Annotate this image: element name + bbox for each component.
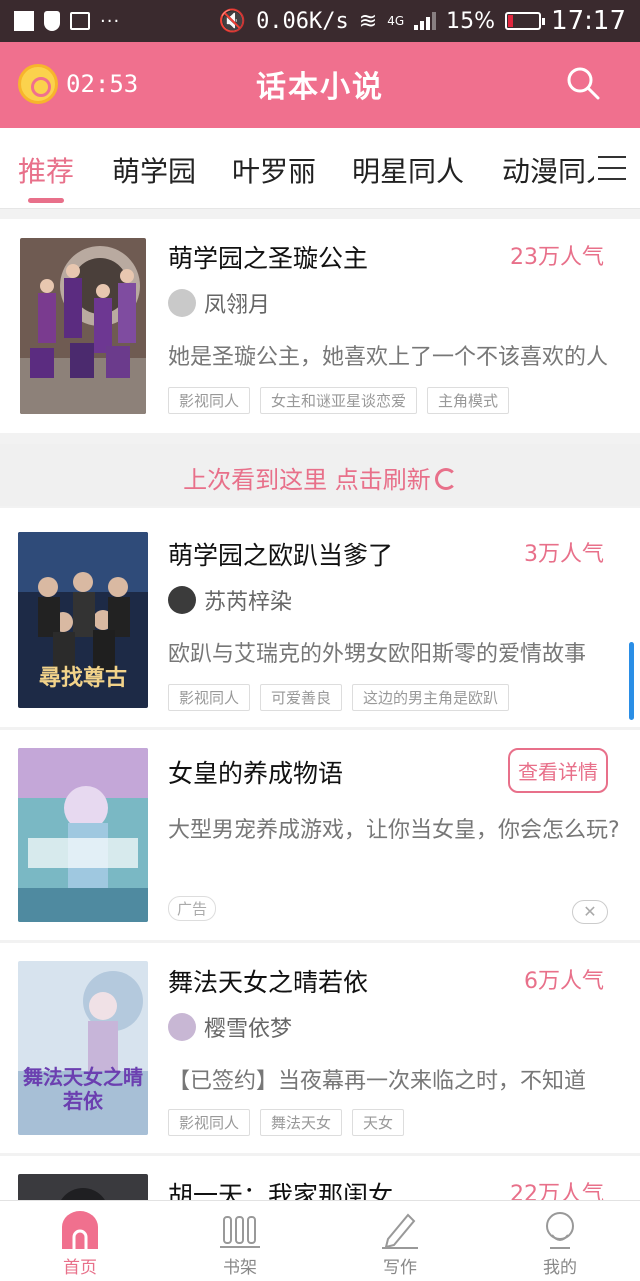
nav-label: 我的: [543, 1258, 577, 1278]
bookshelf-icon: [220, 1216, 260, 1248]
tab-recommend[interactable]: 推荐: [18, 150, 74, 190]
cover-title: 舞法天女之晴若依: [23, 1065, 143, 1113]
tag[interactable]: 这边的男主角是欧趴: [352, 684, 510, 711]
tag[interactable]: 舞法天女: [260, 1109, 343, 1136]
author-name: 樱雪依梦: [204, 1017, 293, 1042]
author-row: 凤翎月: [168, 287, 270, 319]
ad-close-button[interactable]: ✕: [572, 900, 608, 924]
refresh-text: 上次看到这里 点击刷新: [183, 466, 431, 494]
book-cover: [18, 1174, 148, 1200]
book-cover: 尋找尊古: [18, 532, 148, 708]
book-title: 胡一天：我家那闺女: [168, 1181, 394, 1200]
book-cover: 舞法天女之晴若依: [18, 961, 148, 1135]
tab-mengxueyuan[interactable]: 萌学园: [112, 150, 196, 190]
tag[interactable]: 影视同人: [168, 1109, 251, 1136]
author-avatar: [168, 289, 196, 317]
nav-label: 书架: [223, 1258, 257, 1278]
wifi-icon: ≋: [358, 8, 378, 34]
nav-home[interactable]: 首页: [0, 1201, 160, 1281]
tag[interactable]: 影视同人: [168, 684, 251, 711]
book-description: 欧趴与艾瑞克的外甥女欧阳斯零的爱情故事: [168, 642, 587, 667]
shield-icon: [44, 11, 60, 31]
refresh-bar[interactable]: 上次看到这里 点击刷新: [0, 444, 640, 506]
calendar-icon: [70, 12, 90, 30]
author-row: 苏芮梓染: [168, 584, 292, 616]
tag[interactable]: 女主和谜亚星谈恋爱: [260, 387, 418, 414]
status-bar: ··· 🔇 0.06K/s ≋ 4G 15% 17:17: [0, 0, 640, 42]
tag-list: 影视同人 女主和谜亚星谈恋爱 主角模式: [168, 387, 510, 414]
nav-profile[interactable]: 我的: [480, 1201, 640, 1281]
tag[interactable]: 天女: [352, 1109, 405, 1136]
nav-label: 首页: [63, 1258, 97, 1278]
refresh-icon: [434, 468, 457, 490]
popularity-count: 23万人气: [510, 245, 604, 270]
nav-label: 写作: [383, 1258, 417, 1278]
list-item[interactable]: 尋找尊古 萌学园之欧趴当爹了 3万人气 苏芮梓染 欧趴与艾瑞克的外甥女欧阳斯零的…: [0, 508, 640, 727]
signal-icon: [414, 12, 437, 30]
profile-icon: [546, 1212, 574, 1249]
ad-cover: [18, 748, 148, 922]
list-item[interactable]: 舞法天女之晴若依 舞法天女之晴若依 6万人气 樱雪依梦 【已签约】当夜幕再一次来…: [0, 943, 640, 1153]
ad-description: 大型男宠养成游戏，让你当女皇，你会怎么玩?: [168, 818, 620, 843]
popularity-count: 22万人气: [510, 1182, 604, 1200]
popularity-count: 3万人气: [524, 542, 604, 567]
book-cover: [20, 238, 146, 414]
author-name: 苏芮梓染: [204, 590, 293, 615]
battery-percent: 15%: [446, 8, 496, 34]
author-name: 凤翎月: [204, 293, 271, 318]
pencil-icon: [382, 1213, 418, 1249]
book-title: 萌学园之圣璇公主: [168, 244, 369, 273]
search-icon[interactable]: [566, 66, 600, 100]
app-title: 话本小说: [256, 70, 384, 105]
list-item[interactable]: 萌学园之圣璇公主 23万人气 凤翎月 她是圣璇公主，她喜欢上了一个不该喜欢的人 …: [0, 219, 640, 433]
notification-square-icon: [14, 11, 34, 31]
nav-bookshelf[interactable]: 书架: [160, 1201, 320, 1281]
tag[interactable]: 主角模式: [427, 387, 510, 414]
active-tab-indicator: [28, 198, 64, 203]
view-details-button[interactable]: 查看详情: [508, 748, 608, 793]
more-notifications-icon: ···: [100, 10, 121, 32]
tab-star-fanfic[interactable]: 明星同人: [352, 150, 464, 190]
book-description: 【已签约】当夜幕再一次来临之时，不知道: [168, 1069, 587, 1094]
ad-title: 女皇的养成物语: [168, 759, 344, 788]
menu-icon[interactable]: [594, 128, 640, 208]
book-title: 萌学园之欧趴当爹了: [168, 541, 394, 570]
book-title: 舞法天女之晴若依: [168, 968, 369, 997]
ad-item[interactable]: 女皇的养成物语 查看详情 大型男宠养成游戏，让你当女皇，你会怎么玩? 广告 ✕: [0, 730, 640, 940]
author-avatar: [168, 586, 196, 614]
battery-icon: [505, 12, 546, 30]
cover-title: 尋找尊古: [38, 666, 127, 691]
tag-list: 影视同人 可爱善良 这边的男主角是欧趴: [168, 684, 510, 711]
book-description: 她是圣璇公主，她喜欢上了一个不该喜欢的人: [168, 345, 609, 370]
tab-yeluoli[interactable]: 叶罗丽: [232, 150, 316, 190]
scrollbar[interactable]: [629, 642, 634, 720]
nav-write[interactable]: 写作: [320, 1201, 480, 1281]
tag-list: 影视同人 舞法天女 天女: [168, 1109, 405, 1136]
list-item[interactable]: 胡一天：我家那闺女 22万人气: [0, 1156, 640, 1200]
bottom-nav: 首页 书架 写作 我的: [0, 1200, 640, 1281]
tag[interactable]: 可爱善良: [260, 684, 343, 711]
home-icon: [62, 1211, 98, 1249]
network-type: 4G: [387, 14, 405, 28]
clock: 17:17: [551, 6, 626, 36]
popularity-count: 6万人气: [524, 969, 604, 994]
app-header: 02:53 话本小说: [0, 42, 640, 128]
network-speed: 0.06K/s: [256, 8, 349, 34]
mute-icon: 🔇: [218, 8, 247, 34]
ad-label: 广告: [168, 896, 217, 921]
category-tabs: 推荐 萌学园 叶罗丽 明星同人 动漫同人: [0, 128, 640, 209]
author-avatar: [168, 1013, 196, 1041]
author-row: 樱雪依梦: [168, 1011, 292, 1043]
tag[interactable]: 影视同人: [168, 387, 251, 414]
